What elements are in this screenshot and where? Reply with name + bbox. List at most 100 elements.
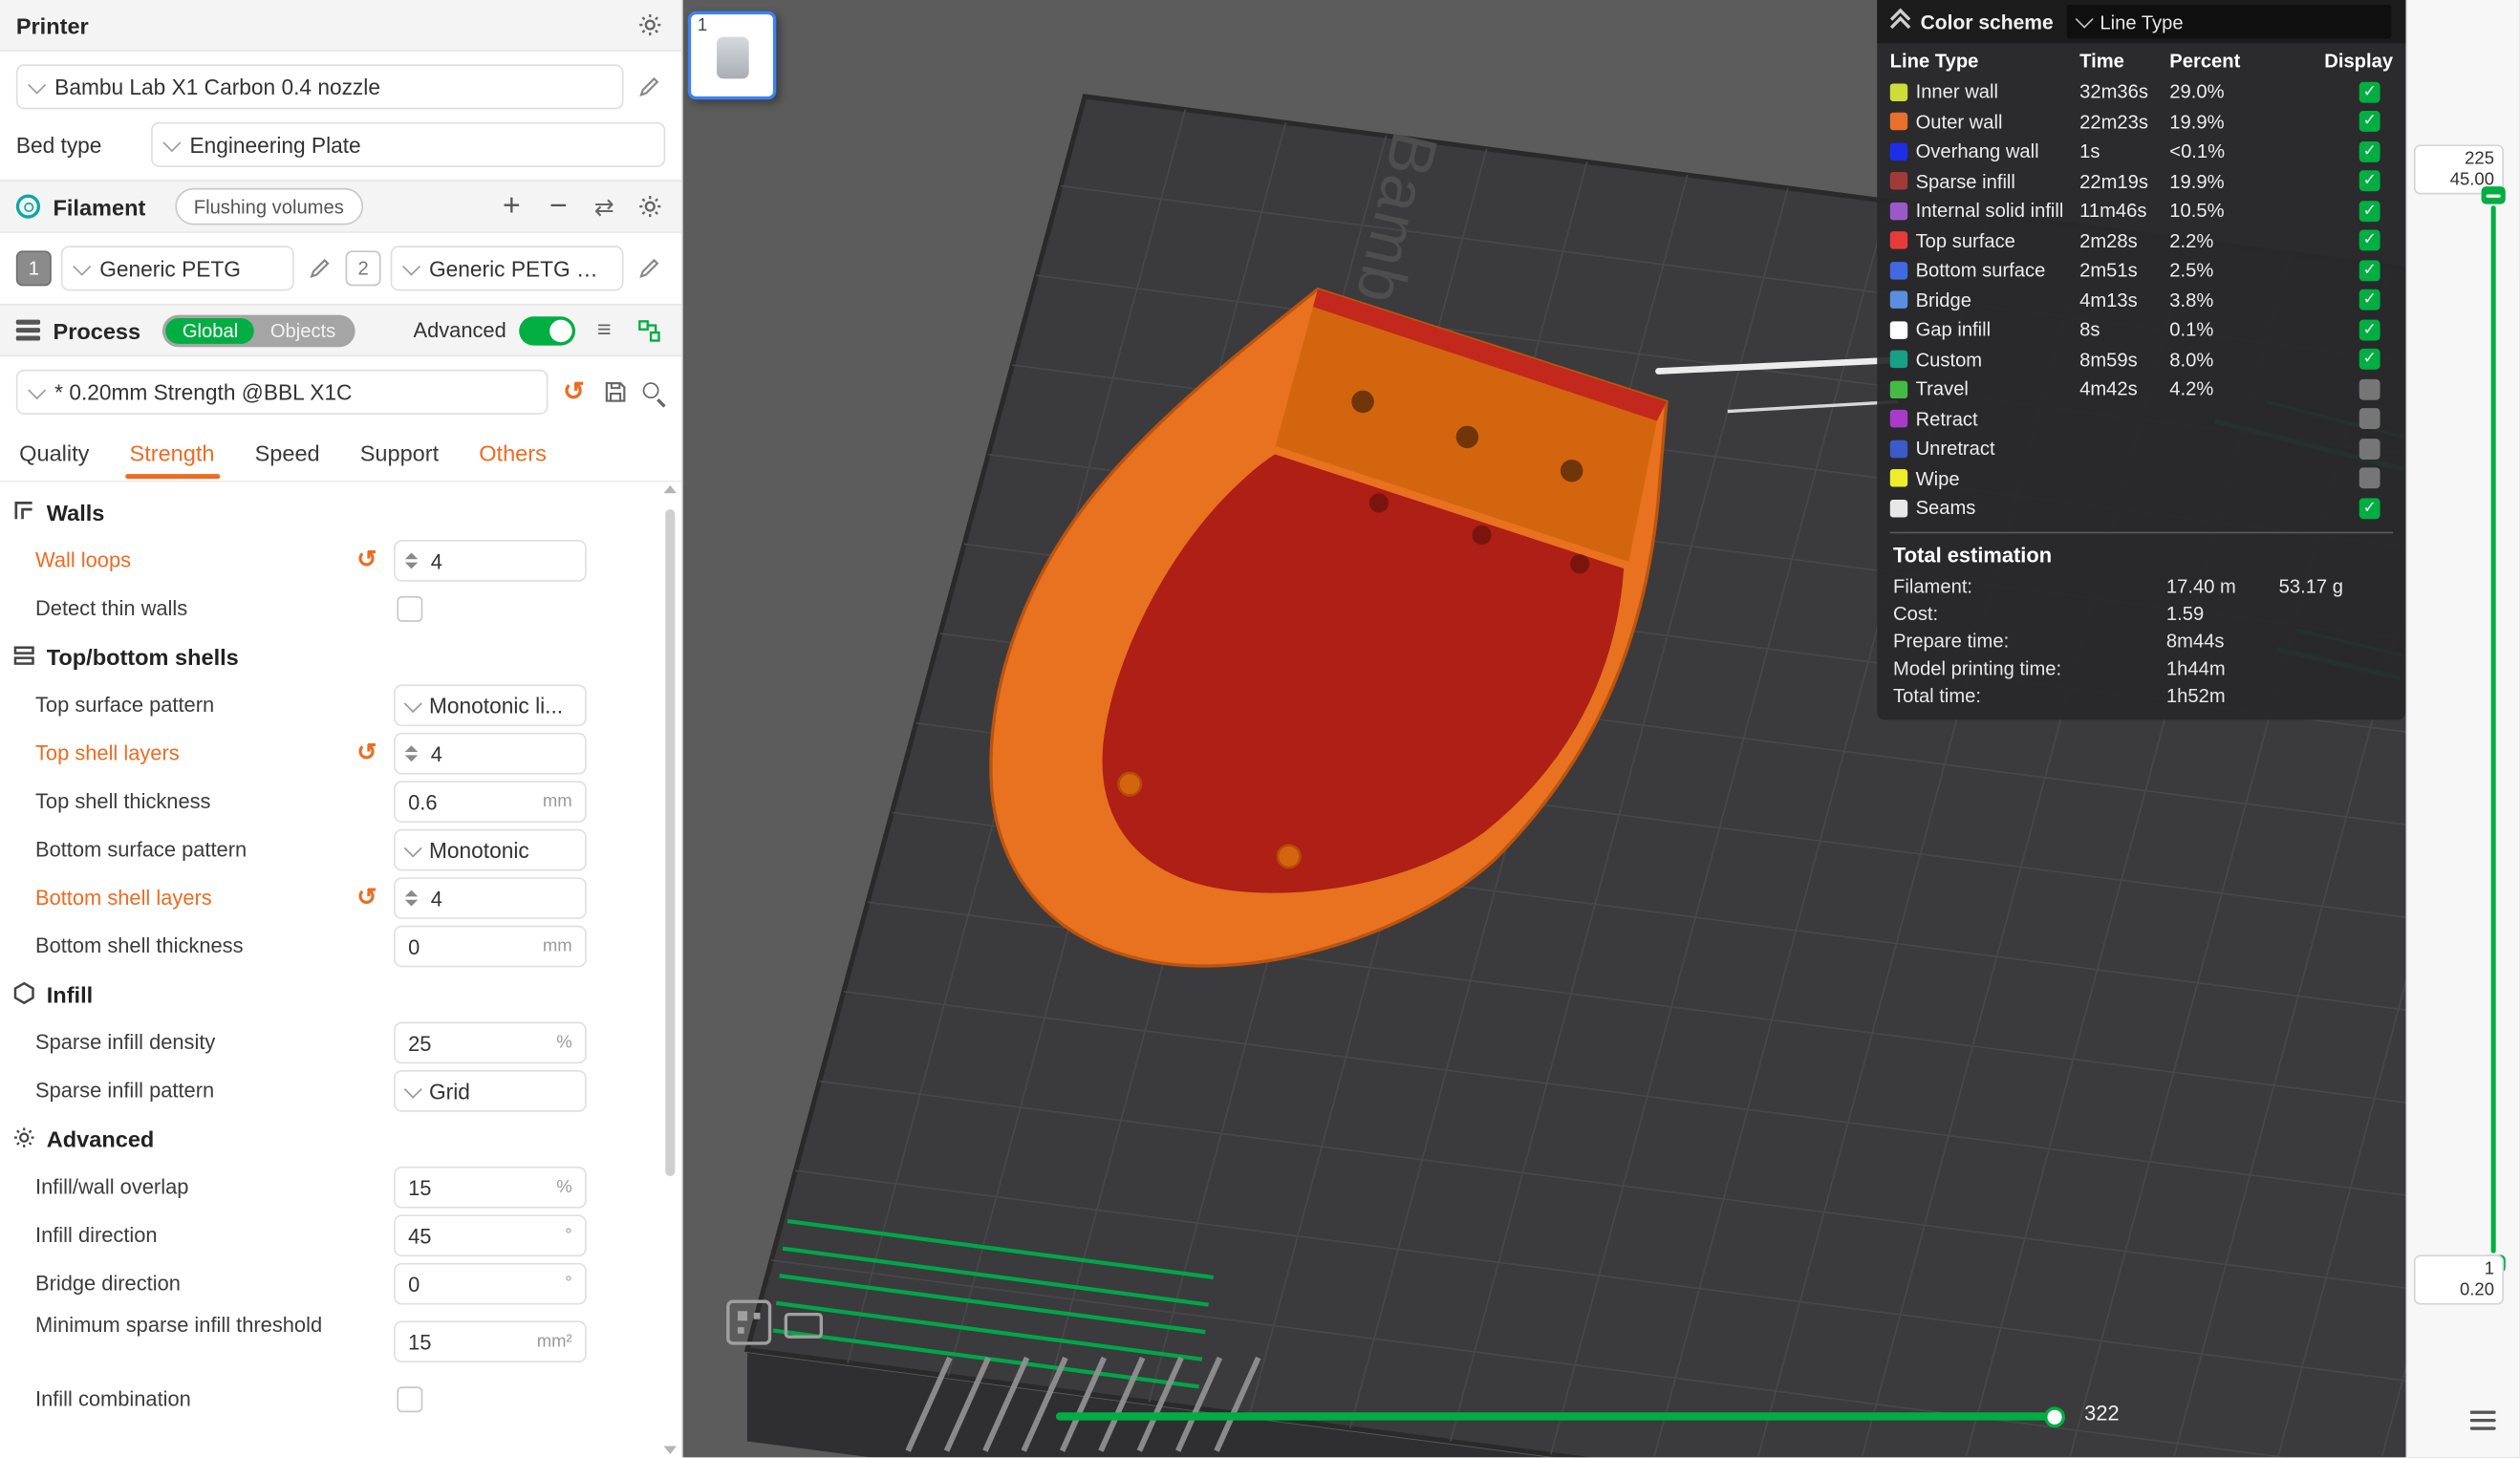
display-checkbox[interactable]: [2359, 439, 2380, 460]
detect-thin-walls-checkbox[interactable]: [397, 596, 422, 622]
line-type-label: Outer wall: [1916, 111, 2003, 134]
col-time: Time: [2079, 49, 2169, 72]
line-type-label: Bridge: [1916, 289, 1971, 311]
filament-2-edit-icon[interactable]: [634, 257, 666, 280]
display-checkbox[interactable]: ✓: [2359, 111, 2380, 132]
layer-slider-track[interactable]: [2491, 205, 2496, 1253]
line-type-swatch: [1890, 262, 1907, 279]
printer-select[interactable]: Bambu Lab X1 Carbon 0.4 nozzle: [16, 64, 624, 109]
printer-settings-gear-icon[interactable]: [634, 12, 666, 36]
scroll-down-arrow[interactable]: [664, 1447, 677, 1454]
filament-1-select[interactable]: Generic PETG: [61, 246, 294, 290]
tab-strength[interactable]: Strength: [130, 427, 215, 480]
filament-2-select[interactable]: Generic PETG – Ge...: [391, 246, 624, 290]
display-checkbox[interactable]: [2359, 468, 2380, 489]
tab-speed[interactable]: Speed: [255, 427, 320, 480]
reset-preset-icon[interactable]: ↺: [558, 376, 591, 409]
scope-global-option[interactable]: Global: [166, 317, 254, 343]
wall-loops-input[interactable]: 4: [394, 540, 587, 582]
unit-label: mm: [543, 936, 572, 955]
bottom-surface-pattern-label: Bottom surface pattern: [35, 837, 247, 863]
top-shell-layers-undo-icon[interactable]: ↺: [356, 738, 377, 766]
spinner-arrows[interactable]: [405, 745, 420, 761]
search-icon[interactable]: [641, 380, 665, 404]
display-checkbox[interactable]: [2359, 409, 2380, 430]
bottom-shell-layers-input[interactable]: 4: [394, 877, 587, 919]
bottom-surface-pattern-select[interactable]: Monotonic: [394, 829, 587, 871]
tab-others[interactable]: Others: [479, 427, 547, 480]
sparse-infill-density-input[interactable]: 25 %: [394, 1022, 587, 1064]
filament-1-swatch[interactable]: 1: [16, 250, 52, 286]
save-preset-icon[interactable]: [599, 381, 632, 404]
display-checkbox[interactable]: [2359, 378, 2380, 399]
printer-edit-icon[interactable]: [634, 75, 666, 98]
objects-view-icon[interactable]: [634, 319, 666, 342]
flushing-volumes-button[interactable]: Flushing volumes: [175, 188, 363, 225]
infill-wall-overlap-label: Infill/wall overlap: [35, 1174, 188, 1200]
advanced-toggle[interactable]: [519, 315, 575, 344]
color-scheme-select[interactable]: Line Type: [2064, 3, 2393, 40]
process-preset-select[interactable]: * 0.20mm Strength @BBL X1C: [16, 370, 549, 415]
bottom-shell-layers-undo-icon[interactable]: ↺: [356, 882, 377, 911]
section-title: Infill: [47, 982, 93, 1008]
scroll-up-arrow[interactable]: [664, 485, 677, 493]
col-line-type: Line Type: [1890, 49, 2079, 72]
gcode-step-slider[interactable]: [1056, 1412, 2056, 1420]
floor-through-hole: [1278, 846, 1301, 868]
top-shell-thickness-input[interactable]: 0.6 mm: [394, 781, 587, 823]
top-surface-pattern-select[interactable]: Monotonic li...: [394, 684, 587, 726]
scope-objects-option[interactable]: Objects: [254, 317, 352, 343]
filament-2-swatch[interactable]: 2: [346, 250, 381, 286]
display-checkbox[interactable]: ✓: [2359, 230, 2380, 251]
line-type-time: 4m42s: [2079, 378, 2169, 401]
display-checkbox[interactable]: ✓: [2359, 141, 2380, 162]
display-checkbox[interactable]: ✓: [2359, 260, 2380, 281]
remove-filament-button[interactable]: −: [542, 189, 575, 225]
sparse-infill-pattern-select[interactable]: Grid: [394, 1070, 587, 1112]
step-slider-handle[interactable]: [2044, 1405, 2065, 1426]
infill-wall-overlap-input[interactable]: 15 %: [394, 1167, 587, 1209]
spinner-arrows[interactable]: [405, 553, 420, 569]
display-checkbox[interactable]: ✓: [2359, 319, 2380, 340]
line-type-swatch: [1890, 83, 1907, 100]
display-checkbox[interactable]: ✓: [2359, 349, 2380, 370]
infill-combination-checkbox[interactable]: [397, 1386, 422, 1412]
viewport-3d[interactable]: Bambu Engineering: [683, 0, 2520, 1457]
display-checkbox[interactable]: ✓: [2359, 201, 2380, 222]
display-checkbox[interactable]: ✓: [2359, 81, 2380, 102]
line-type-row: Sparse infill22m19s19.9%✓: [1877, 166, 2405, 196]
bridge-direction-input[interactable]: 0 °: [394, 1263, 587, 1305]
line-type-swatch: [1890, 469, 1907, 486]
display-checkbox[interactable]: ✓: [2359, 498, 2380, 519]
filament-sync-icon[interactable]: ⇄: [589, 192, 621, 221]
layers-icon[interactable]: [2468, 1405, 2497, 1433]
sidebar-scrollbar[interactable]: [660, 485, 679, 1454]
collapse-icon[interactable]: [1890, 13, 1909, 30]
infill-direction-value: 45: [408, 1224, 431, 1248]
display-checkbox[interactable]: ✓: [2359, 289, 2380, 311]
process-scope-toggle[interactable]: Global Objects: [163, 314, 355, 347]
add-filament-button[interactable]: +: [495, 189, 528, 225]
spinner-arrows[interactable]: [405, 890, 420, 907]
infill-direction-input[interactable]: 45 °: [394, 1214, 587, 1256]
line-type-row: Travel4m42s4.2%: [1877, 375, 2405, 404]
line-type-time: 32m36s: [2079, 81, 2169, 104]
line-type-label: Inner wall: [1916, 81, 1998, 104]
min-sparse-infill-threshold-input[interactable]: 15 mm²: [394, 1320, 587, 1362]
scrollbar-thumb[interactable]: [665, 509, 675, 1176]
bed-type-select[interactable]: Engineering Plate: [151, 122, 665, 167]
tab-support[interactable]: Support: [360, 427, 439, 480]
bottom-shell-thickness-input[interactable]: 0 mm: [394, 926, 587, 968]
line-type-time: 2m28s: [2079, 229, 2169, 252]
plate-thumbnail[interactable]: 1: [688, 11, 776, 99]
filament-settings-gear-icon[interactable]: [634, 194, 666, 218]
advanced-label: Advanced: [413, 318, 506, 342]
layer-slider-top-handle[interactable]: [2482, 186, 2506, 204]
tab-quality[interactable]: Quality: [19, 427, 89, 480]
wall-loops-undo-icon[interactable]: ↺: [356, 545, 377, 573]
top-shell-layers-input[interactable]: 4: [394, 733, 587, 775]
preset-list-icon[interactable]: ≡: [589, 316, 621, 344]
display-checkbox[interactable]: ✓: [2359, 171, 2380, 192]
floor-through-hole: [1118, 773, 1141, 796]
filament-1-edit-icon[interactable]: [304, 257, 336, 280]
